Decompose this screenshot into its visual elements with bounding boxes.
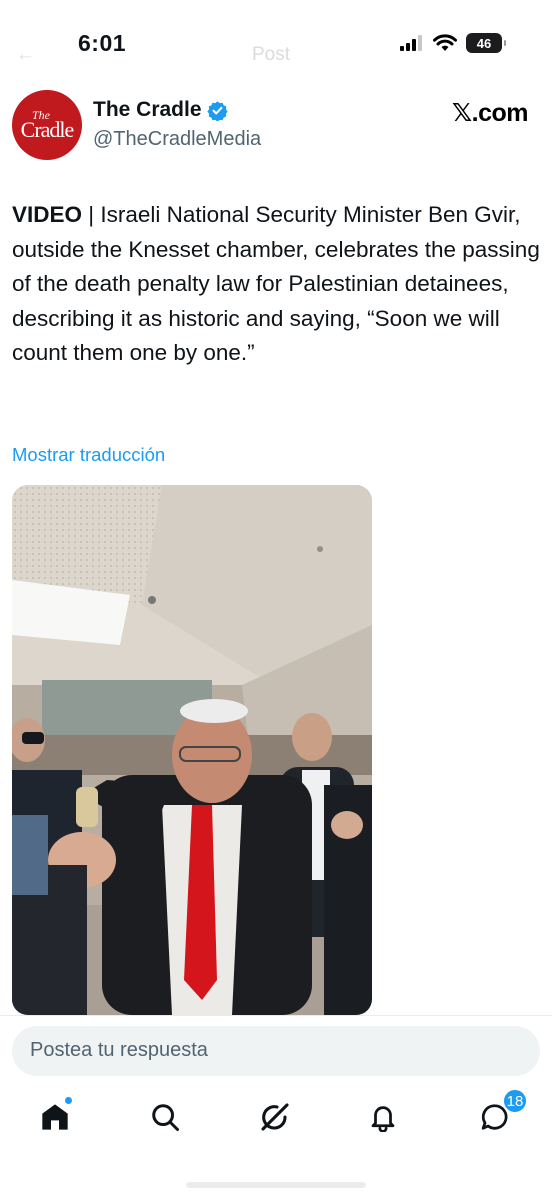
cellular-signal-icon xyxy=(400,35,422,51)
divider xyxy=(0,1015,552,1016)
verified-badge-icon xyxy=(206,100,228,121)
home-notification-dot xyxy=(65,1097,72,1104)
bell-icon xyxy=(371,1106,395,1132)
tweet-text: VIDEO | Israeli National Security Minist… xyxy=(12,198,542,371)
status-icons: 46 xyxy=(400,33,506,53)
reply-input[interactable]: Postea tu respuesta xyxy=(12,1026,540,1076)
grok-icon xyxy=(261,1103,289,1131)
author-name[interactable]: The Cradle xyxy=(93,98,228,122)
nav-messages[interactable]: 18 xyxy=(478,1088,528,1134)
status-bar: ← Post 6:01 46 xyxy=(0,0,552,92)
status-time: 6:01 xyxy=(78,30,127,56)
nav-notifications[interactable] xyxy=(366,1100,400,1134)
back-arrow-icon[interactable]: ← xyxy=(16,44,35,66)
ghost-page-title: Post xyxy=(252,44,291,65)
home-icon xyxy=(42,1104,68,1130)
wifi-icon xyxy=(433,34,457,51)
home-indicator xyxy=(186,1182,366,1188)
author-name-text: The Cradle xyxy=(93,98,202,121)
reply-placeholder: Postea tu respuesta xyxy=(30,1039,208,1061)
show-translation-link[interactable]: Mostrar traducción xyxy=(12,444,165,466)
battery-indicator: 46 xyxy=(466,33,506,53)
x-logo: 𝕏.com xyxy=(452,99,529,127)
nav-grok[interactable] xyxy=(258,1100,292,1134)
tweet-header: The Cradle The Cradle @TheCradleMedia 𝕏.… xyxy=(12,90,542,162)
author-handle[interactable]: @TheCradleMedia xyxy=(93,128,261,151)
tweet-video[interactable] xyxy=(12,485,372,1015)
video-thumbnail xyxy=(12,485,372,1015)
bottom-nav: 18 xyxy=(0,1088,552,1150)
avatar[interactable]: The Cradle xyxy=(12,90,82,160)
messages-badge: 18 xyxy=(502,1088,528,1114)
nav-search[interactable] xyxy=(148,1100,182,1134)
tweet-text-body: | Israeli National Security Minister Ben… xyxy=(12,202,540,365)
avatar-text-large: Cradle xyxy=(20,117,75,142)
search-icon xyxy=(152,1104,179,1131)
tweet-text-lead: VIDEO xyxy=(12,202,83,227)
nav-home[interactable] xyxy=(38,1097,72,1134)
